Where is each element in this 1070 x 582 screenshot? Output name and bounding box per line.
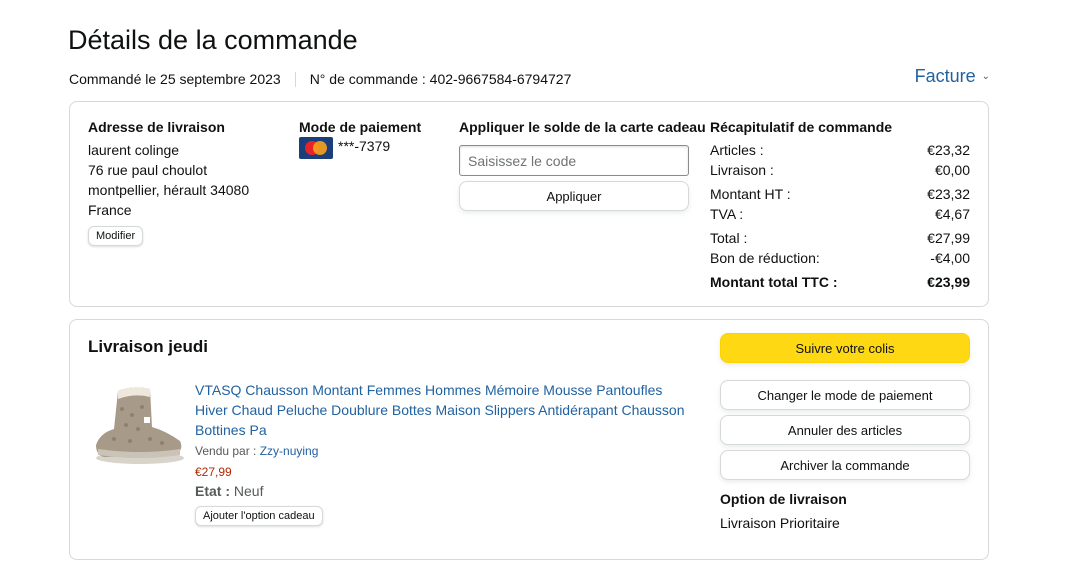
seller-link[interactable]: Zzy-nuying [260,444,319,458]
grand-total-row: Montant total TTC : €23,99 [710,274,970,290]
delivery-panel: Livraison jeudi VTASQ Chausson Montant F… [69,319,989,560]
summary-label: Montant HT : [710,186,791,202]
summary-label: Articles : [710,142,764,158]
track-package-button[interactable]: Suivre votre colis [720,333,970,363]
gift-option-button[interactable]: Ajouter l'option cadeau [195,506,323,526]
summary-value: -€4,00 [930,250,970,266]
state-label: Etat : [195,483,234,499]
shipping-city: montpellier, hérault 34080 [88,182,250,198]
delivery-title: Livraison jeudi [88,337,208,356]
product-price: €27,99 [195,465,232,479]
product-state: Etat : Neuf [195,483,263,499]
card-number: ***-7379 [338,138,391,154]
mastercard-icon [299,137,333,159]
order-info-panel: Adresse de livraison laurent colinge 76 … [69,101,989,307]
cancel-items-button[interactable]: Annuler des articles [720,415,970,445]
summary-value: €27,99 [927,230,970,246]
meta-divider [294,71,296,87]
invoice-label: Facture [914,66,976,86]
product-image[interactable] [92,383,188,465]
delivery-option-value: Livraison Prioritaire [720,515,840,531]
delivery-option-title: Option de livraison [720,491,847,507]
payment-title: Mode de paiement [299,119,422,135]
summary-row: TVA : €4,67 [710,206,970,222]
summary-label: Total : [710,230,748,246]
summary-value: €23,32 [927,186,970,202]
shipping-street: 76 rue paul choulot [88,162,208,178]
edit-address-button[interactable]: Modifier [88,226,144,246]
gift-code-input[interactable] [459,145,689,176]
summary-row: Montant HT : €23,32 [710,186,970,202]
grand-total-value: €23,99 [927,274,970,290]
state-value: Neuf [233,483,264,499]
summary-row: Livraison : €0,00 [710,162,970,178]
shipping-country: France [88,202,132,218]
order-date: Commandé le 25 septembre 2023 [69,71,281,87]
archive-order-button[interactable]: Archiver la commande [720,450,970,480]
product-title-link[interactable]: VTASQ Chausson Montant Femmes Hommes Mém… [195,380,695,440]
apply-button[interactable]: Appliquer [459,181,689,211]
sold-by: Vendu par : Zzy-nuying [195,444,318,458]
invoice-dropdown[interactable]: Facture ⌄ [915,66,990,87]
summary-label: Livraison : [710,162,774,178]
summary-label: TVA : [710,206,744,222]
summary-row: Total : €27,99 [710,230,970,246]
order-meta: Commandé le 25 septembre 2023 N° de comm… [69,71,571,87]
shipping-name: laurent colinge [88,142,180,158]
summary-row: Articles : €23,32 [710,142,970,158]
page-title: Détails de la commande [68,25,358,55]
grand-total-label: Montant total TTC : [710,274,838,290]
summary-value: €4,67 [934,206,970,222]
sold-by-label: Vendu par : [195,444,260,458]
change-payment-button[interactable]: Changer le mode de paiement [720,380,970,410]
gift-card-title: Appliquer le solde de la carte cadeau [459,119,706,135]
chevron-down-icon: ⌄ [981,71,990,82]
shipping-title: Adresse de livraison [88,119,225,135]
summary-row: Bon de réduction: -€4,00 [710,250,970,266]
order-number: N° de commande : 402-9667584-6794727 [309,71,572,87]
summary-value: €0,00 [934,162,970,178]
summary-value: €23,32 [927,142,970,158]
summary-label: Bon de réduction: [710,250,820,266]
summary-title: Récapitulatif de commande [710,119,893,135]
